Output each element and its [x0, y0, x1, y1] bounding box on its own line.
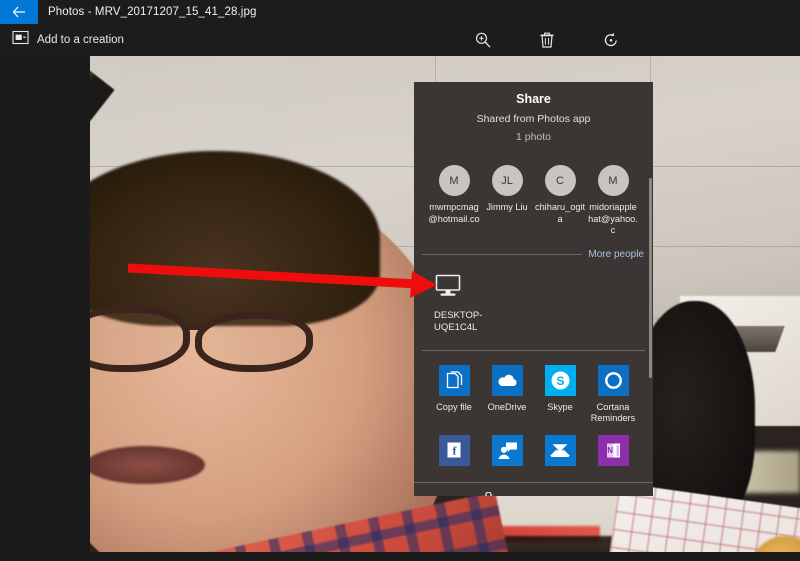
share-target-onenote[interactable]: N	[587, 435, 639, 472]
share-target-cortana[interactable]: Cortana Reminders	[587, 365, 639, 425]
add-to-creation-label: Add to a creation	[37, 34, 124, 46]
share-target-label: Copy file	[428, 402, 480, 414]
avatar: M	[598, 165, 629, 196]
rotate-icon[interactable]	[598, 27, 624, 53]
photos-app-window: Photos - MRV_20171207_15_41_28.jpg Add t…	[0, 0, 800, 561]
onenote-icon: N	[598, 435, 629, 466]
share-subtitle: Shared from Photos app	[414, 113, 653, 125]
eyeglass-lens	[195, 312, 313, 372]
window-title: Photos - MRV_20171207_15_41_28.jpg	[48, 6, 256, 18]
copy-file-icon	[439, 365, 470, 396]
avatar: C	[545, 165, 576, 196]
feedback-hub-icon	[492, 435, 523, 466]
contact-item[interactable]: M mwmpcmag@hotmail.co	[428, 165, 480, 237]
eyeglasses	[90, 306, 340, 376]
contact-item[interactable]: M midoriapplehat@yahoo.c	[587, 165, 639, 237]
share-target-facebook[interactable]: f	[428, 435, 480, 472]
eyeglass-lens	[90, 306, 190, 372]
onedrive-icon	[492, 365, 523, 396]
contact-item[interactable]: JL Jimmy Liu	[481, 165, 533, 237]
contact-name: Jimmy Liu	[481, 202, 533, 214]
share-title: Share	[414, 92, 653, 106]
add-to-creation-button[interactable]: Add to a creation	[8, 28, 128, 52]
store-bag-icon	[481, 492, 496, 497]
get-apps-in-store-label: Get apps in Store	[504, 496, 586, 497]
share-apps-row-2: f	[414, 425, 653, 472]
zoom-icon[interactable]	[470, 27, 496, 53]
add-to-creation-icon	[12, 30, 29, 50]
avatar: M	[439, 165, 470, 196]
more-people-row: More people	[422, 249, 647, 260]
contacts-row: M mwmpcmag@hotmail.co JL Jimmy Liu C chi…	[414, 143, 653, 237]
device-name: DESKTOP-UQE1C4L	[434, 310, 494, 334]
get-apps-in-store-button[interactable]: Get apps in Store	[414, 482, 653, 497]
share-target-label: Cortana Reminders	[587, 402, 639, 425]
share-target-label: OneDrive	[481, 402, 533, 414]
contact-name: midoriapplehat@yahoo.c	[587, 202, 639, 237]
back-arrow-icon	[12, 6, 26, 18]
divider	[422, 254, 582, 255]
facebook-icon: f	[439, 435, 470, 466]
command-bar: Add to a creation	[0, 24, 800, 56]
contact-name: mwmpcmag@hotmail.co	[428, 202, 480, 225]
avatar: JL	[492, 165, 523, 196]
title-bar: Photos - MRV_20171207_15_41_28.jpg	[0, 0, 800, 24]
svg-text:N: N	[607, 446, 613, 455]
contact-name: chiharu_ogita	[534, 202, 586, 225]
share-photo-count: 1 photo	[414, 131, 653, 143]
delete-icon[interactable]	[534, 27, 560, 53]
share-target-onedrive[interactable]: OneDrive	[481, 365, 533, 425]
contact-item[interactable]: C chiharu_ogita	[534, 165, 586, 237]
share-target-label: Skype	[534, 402, 586, 414]
command-icon-group	[470, 27, 624, 53]
share-flyout: Share Shared from Photos app 1 photo M m…	[414, 82, 653, 496]
share-target-skype[interactable]: S Skype	[534, 365, 586, 425]
more-people-link[interactable]: More people	[588, 249, 647, 260]
back-button[interactable]	[0, 0, 38, 24]
monitor-icon	[434, 285, 462, 302]
share-header: Share Shared from Photos app 1 photo	[414, 82, 653, 143]
nearby-device-item[interactable]: DESKTOP-UQE1C4L	[414, 260, 494, 334]
skype-icon: S	[545, 365, 576, 396]
cortana-icon	[598, 365, 629, 396]
person-mouth	[90, 446, 205, 484]
share-target-copy-file[interactable]: Copy file	[428, 365, 480, 425]
mail-icon	[545, 435, 576, 466]
svg-text:S: S	[556, 374, 564, 388]
share-target-mail[interactable]	[534, 435, 586, 472]
share-apps-row-1: Copy file OneDrive S Skype	[414, 351, 653, 425]
share-target-feedback-hub[interactable]	[481, 435, 533, 472]
share-panel-scrollbar[interactable]	[649, 178, 652, 378]
